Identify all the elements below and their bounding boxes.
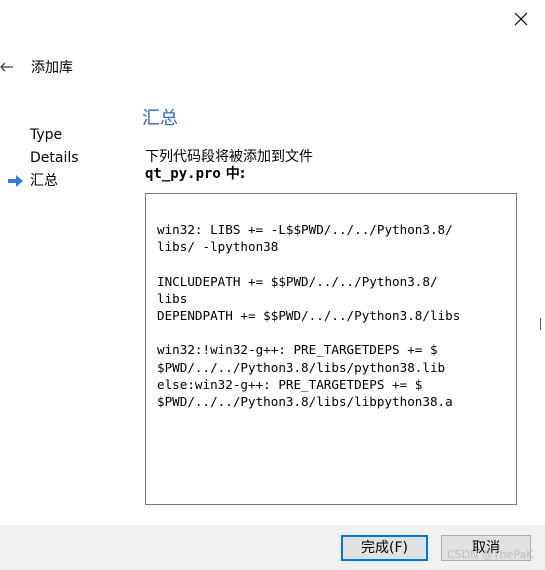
page-heading: 汇总 <box>142 108 178 129</box>
wizard-title: 添加库 <box>31 60 73 76</box>
current-step-arrow-icon <box>8 175 23 187</box>
step-type: Type <box>8 124 79 147</box>
close-icon <box>514 12 528 26</box>
code-snippet-box[interactable]: win32: LIBS += -L$$PWD/../../Python3.8/ … <box>145 193 517 505</box>
step-label: Type <box>30 127 63 143</box>
target-filename: qt_py.pro <box>145 166 221 182</box>
back-arrow-icon <box>0 62 13 72</box>
step-label: 汇总 <box>30 173 58 189</box>
finish-button[interactable]: 完成(F) <box>341 535 428 561</box>
target-file: qt_py.pro 中: <box>145 165 245 183</box>
side-marker <box>540 318 543 330</box>
step-summary: 汇总 <box>8 170 79 193</box>
step-details: Details <box>8 147 79 170</box>
summary-description: 下列代码段将被添加到文件 <box>145 149 313 165</box>
target-file-suffix: 中: <box>220 166 246 182</box>
back-button[interactable] <box>0 58 18 76</box>
wizard-steps: Type Details 汇总 <box>8 124 79 193</box>
watermark: CSDN @ThePaK <box>447 548 534 561</box>
close-button[interactable] <box>506 5 536 33</box>
step-label: Details <box>30 150 79 166</box>
